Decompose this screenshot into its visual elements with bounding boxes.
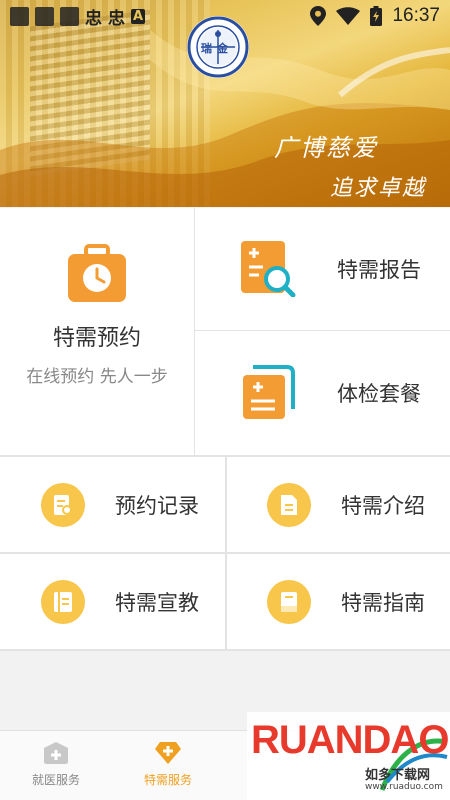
- watermark-brand: RUANDAO: [251, 718, 449, 762]
- notification-icon: 忠: [85, 8, 102, 29]
- slogan-line-2: 追求卓越: [330, 176, 427, 201]
- logo-text: 瑞金: [201, 42, 233, 55]
- clock-time: 16:37: [392, 5, 440, 26]
- appointment-records-item[interactable]: 预约记录: [0, 457, 225, 552]
- record-doc-icon: [41, 482, 85, 527]
- screen: 忠 忠 A 16:37 瑞金 广博慈爱 追求卓越 特需预约 在线预约 先人一步 …: [0, 0, 450, 800]
- checkup-package-icon: [243, 365, 295, 419]
- intro-doc-icon: [267, 482, 311, 527]
- notification-icon: [35, 6, 54, 26]
- battery-charging-icon: [370, 6, 383, 26]
- report-label: 特需报告: [337, 258, 421, 282]
- education-label: 特需宣教: [115, 590, 199, 615]
- wifi-icon: [336, 7, 361, 25]
- divider: [0, 552, 450, 554]
- checkup-package-card[interactable]: 体检套餐: [195, 331, 450, 455]
- slogan-line-1: 广博慈爱: [274, 134, 378, 162]
- nav-label: 就医服务: [31, 773, 80, 787]
- notification-icon: 忠: [108, 8, 125, 29]
- report-search-icon: [241, 241, 296, 297]
- watermark-subtitle: 如多下载网: [365, 768, 431, 783]
- keyboard-icon: A: [131, 8, 146, 24]
- nav-special-service[interactable]: 特需服务: [118, 741, 218, 788]
- notification-icon: [60, 6, 79, 26]
- divider: [195, 330, 450, 331]
- special-intro-item[interactable]: 特需介绍: [227, 457, 450, 552]
- appointment-subtitle: 在线预约 先人一步: [26, 367, 168, 387]
- location-icon: [310, 6, 327, 26]
- header-banner: 忠 忠 A 16:37 瑞金 广博慈爱 追求卓越: [0, 0, 450, 207]
- clock-bag-icon: [68, 244, 126, 302]
- medical-cross-icon: [44, 742, 68, 764]
- special-guide-item[interactable]: 特需指南: [227, 554, 450, 649]
- watermark-url: www.ruaduo.com: [365, 782, 443, 792]
- appointment-title: 特需预约: [52, 326, 141, 351]
- records-label: 预约记录: [115, 493, 199, 518]
- diamond-cross-icon: [155, 742, 181, 764]
- guide-book-icon: [267, 579, 311, 624]
- special-report-card[interactable]: 特需报告: [195, 208, 450, 330]
- divider: [194, 208, 195, 455]
- education-doc-icon: [41, 579, 85, 624]
- special-education-item[interactable]: 特需宣教: [0, 554, 225, 649]
- watermark-logo: RUANDAO 如多下载网 www.ruaduo.com: [247, 712, 450, 800]
- special-appointment-card[interactable]: 特需预约 在线预约 先人一步: [0, 208, 194, 455]
- divider: [0, 649, 450, 651]
- notification-icon: [10, 6, 29, 26]
- guide-label: 特需指南: [341, 590, 425, 615]
- nav-medical-service[interactable]: 就医服务: [6, 741, 106, 788]
- intro-label: 特需介绍: [341, 493, 425, 518]
- nav-label: 特需服务: [143, 773, 192, 787]
- checkup-label: 体检套餐: [337, 382, 421, 406]
